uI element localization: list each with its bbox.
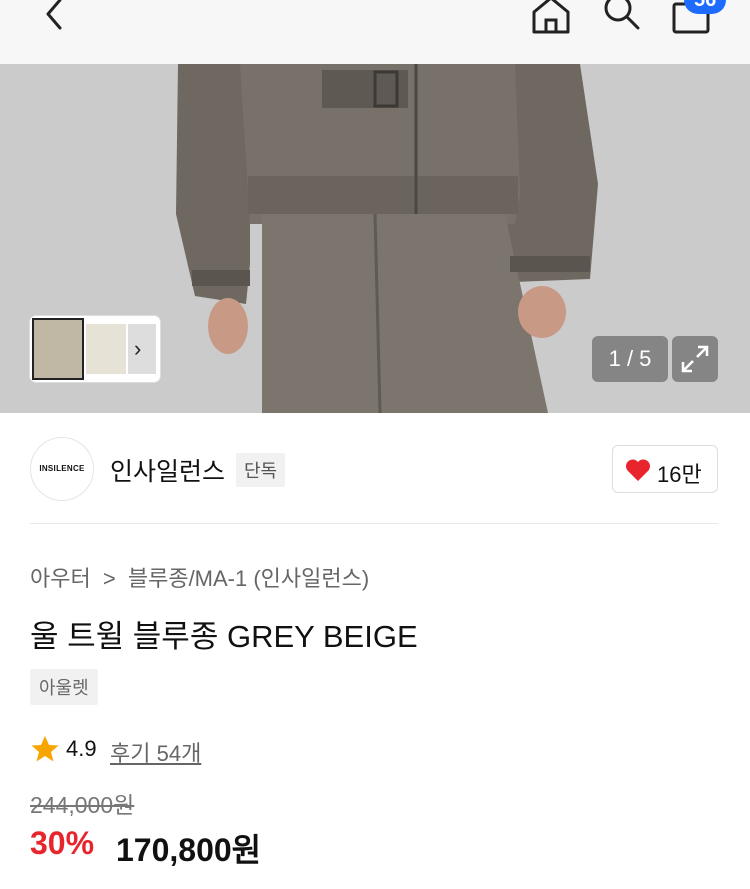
thumbnail-1[interactable]	[32, 318, 84, 380]
divider	[30, 523, 718, 524]
outlet-tag: 아울렛	[30, 669, 98, 705]
original-price: 244,000원	[30, 792, 135, 818]
like-button[interactable]: 16만	[612, 445, 718, 493]
thumbnail-3[interactable]	[128, 324, 156, 374]
heart-icon	[625, 459, 651, 481]
expand-icon	[681, 345, 709, 373]
search-icon[interactable]	[600, 0, 644, 34]
exclusive-badge: 단독	[236, 453, 286, 487]
product-title: 울 트윌 블루종 GREY BEIGE	[30, 619, 418, 654]
image-counter: 1 / 5	[592, 336, 668, 382]
top-navigation-bar: 56	[0, 0, 750, 64]
breadcrumb-subcategory[interactable]: 블루종/MA-1 (인사일런스)	[128, 566, 369, 591]
brand-name[interactable]: 인사일런스	[110, 452, 225, 488]
thumbnail-strip[interactable]: ›	[30, 316, 160, 382]
brand-logo[interactable]: INSILENCE	[30, 437, 94, 501]
breadcrumb-separator: >	[102, 566, 116, 591]
thumbnail-next-icon[interactable]: ›	[134, 336, 141, 362]
cart-count-badge: 56	[684, 0, 727, 14]
expand-button[interactable]	[672, 336, 718, 382]
product-image-gallery[interactable]: › 1 / 5	[0, 64, 750, 413]
rating-score: 4.9	[66, 736, 97, 761]
discount-rate: 30%	[30, 825, 95, 861]
breadcrumb-category[interactable]: 아우터	[30, 566, 91, 591]
home-icon[interactable]	[528, 0, 574, 36]
review-count-link[interactable]: 후기 54개	[110, 736, 201, 768]
thumbnail-2[interactable]	[86, 324, 126, 374]
back-icon[interactable]	[36, 0, 76, 34]
like-count: 16만	[657, 462, 702, 487]
star-icon	[31, 736, 59, 762]
breadcrumb: 아우터 > 블루종/MA-1 (인사일런스)	[30, 561, 375, 593]
sale-price: 170,800원	[116, 832, 262, 868]
